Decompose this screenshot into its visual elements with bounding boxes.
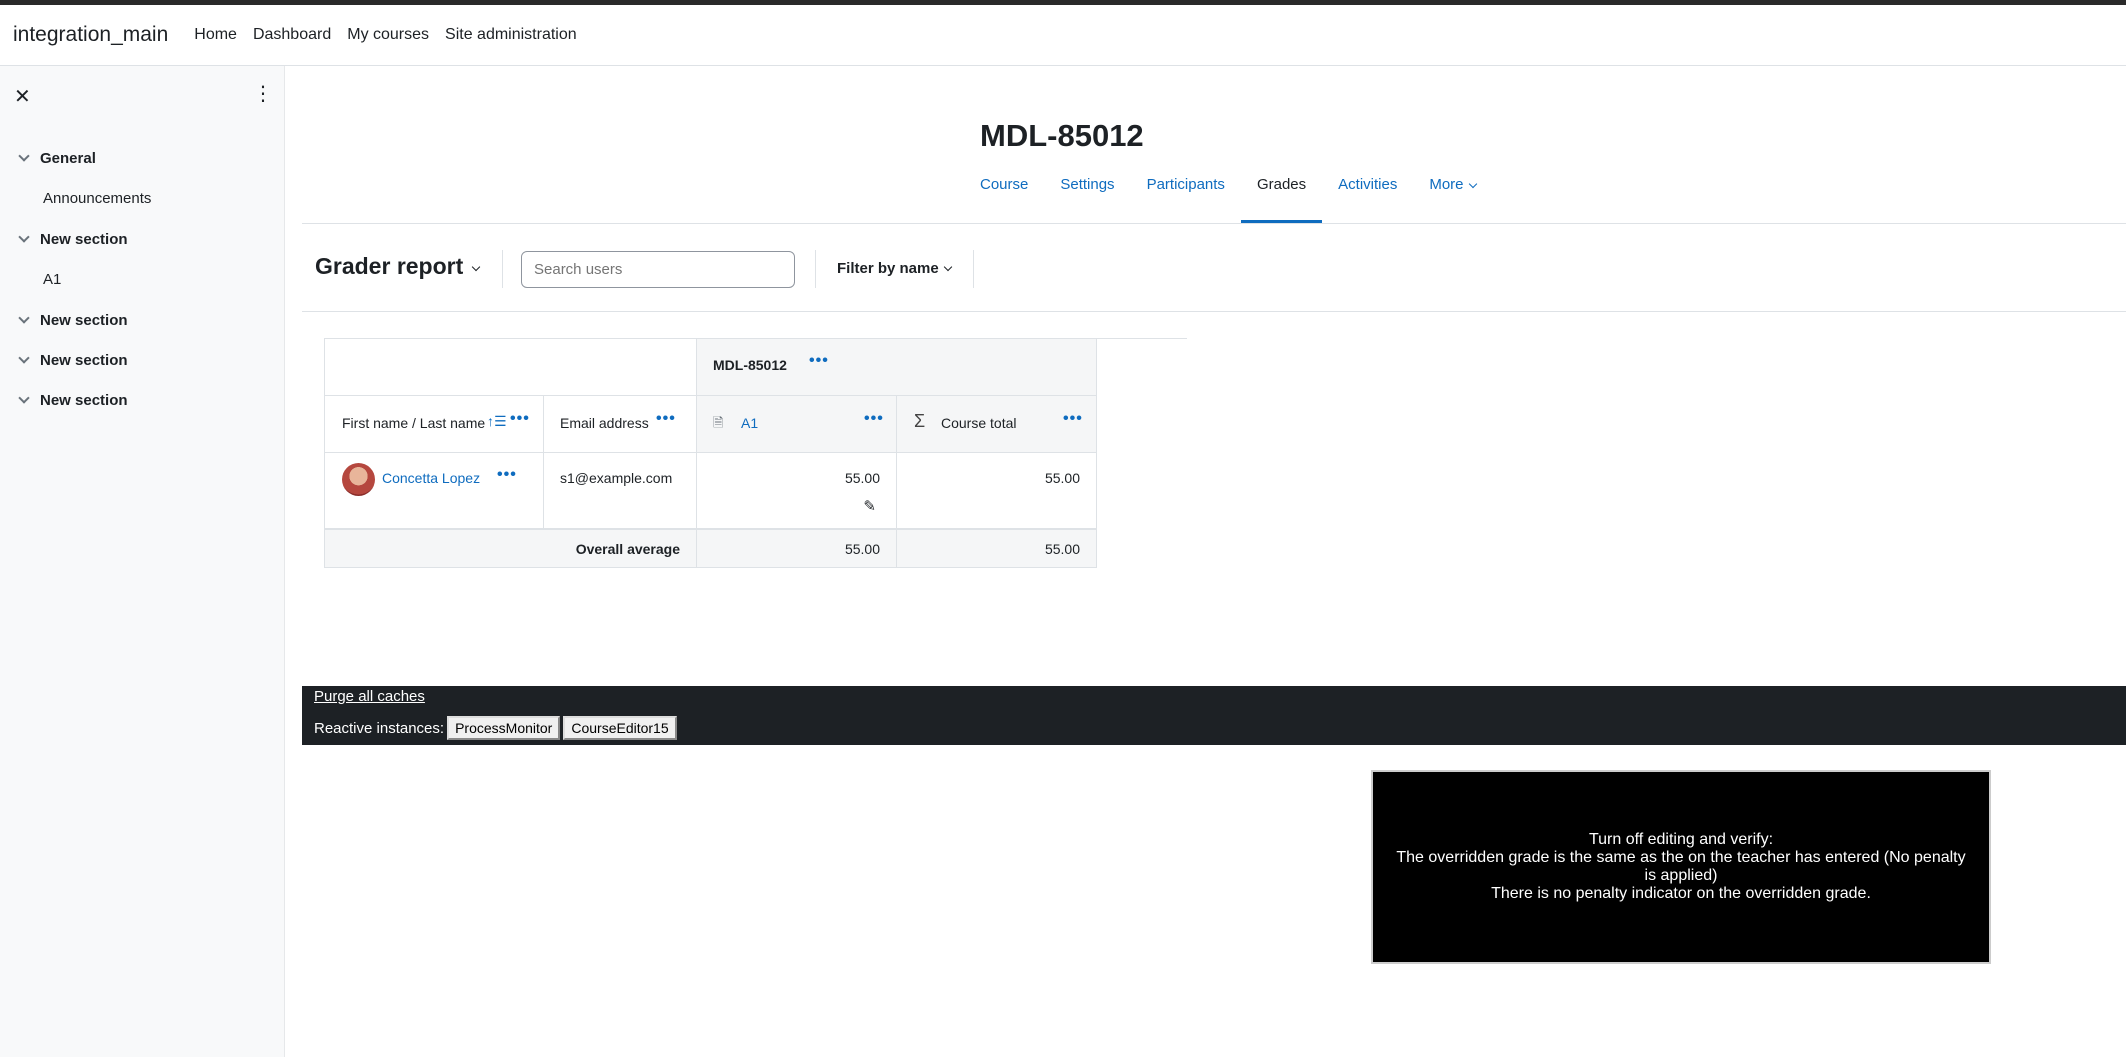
process-monitor-button[interactable]: ProcessMonitor [447, 716, 561, 740]
course-total-column-header: Σ Course total ••• [896, 395, 1097, 453]
chevron-down-icon[interactable] [18, 150, 30, 162]
section-new-2[interactable]: New section [0, 300, 284, 340]
section-title[interactable]: New section [40, 312, 128, 329]
divider [973, 250, 974, 288]
sort-ascending-icon[interactable]: ↑☰ [487, 413, 507, 430]
chevron-down-icon[interactable] [18, 392, 30, 404]
reactive-instances: Reactive instances: ProcessMonitor Cours… [314, 716, 677, 740]
edit-icon[interactable]: ✎ [863, 497, 876, 515]
instruction-line: There is no penalty indicator on the ove… [1491, 885, 1871, 902]
divider [302, 223, 2126, 224]
instruction-overlay: Turn off editing and verify: The overrid… [1371, 770, 1991, 964]
search-users-input[interactable] [521, 251, 795, 288]
section-new-4[interactable]: New section [0, 380, 284, 420]
chevron-down-icon[interactable] [18, 312, 30, 324]
a1-grade-value: 55.00 [844, 470, 880, 486]
nav-dashboard[interactable]: Dashboard [253, 26, 331, 44]
site-brand[interactable]: integration_main [13, 23, 168, 47]
overall-average-label: Overall average [575, 541, 680, 557]
section-new-3[interactable]: New section [0, 340, 284, 380]
nav-home[interactable]: Home [194, 26, 237, 44]
section-title[interactable]: General [40, 150, 96, 167]
name-column-label[interactable]: First name / Last name [342, 415, 485, 431]
kebab-icon[interactable]: ••• [497, 466, 517, 484]
kebab-icon[interactable]: ••• [656, 410, 676, 428]
close-icon[interactable]: ✕ [14, 84, 31, 109]
secondary-navigation: Course Settings Participants Grades Acti… [980, 176, 1508, 224]
instruction-line: The overridden grade is the same as the … [1396, 849, 1966, 884]
chevron-down-icon [472, 262, 481, 271]
chevron-down-icon[interactable] [18, 231, 30, 243]
course-index: General Announcements New section A1 New… [0, 138, 284, 420]
email-cell: s1@example.com [543, 452, 697, 529]
sigma-icon: Σ [914, 411, 926, 431]
section-title[interactable]: New section [40, 352, 128, 369]
section-general[interactable]: General [0, 138, 284, 178]
nav-site-administration[interactable]: Site administration [445, 26, 577, 44]
category-header: MDL-85012 ••• [696, 338, 1097, 396]
a1-column-link[interactable]: A1 [741, 415, 758, 431]
kebab-icon[interactable]: ••• [864, 410, 884, 428]
course-total-average-value: 55.00 [1044, 541, 1080, 557]
page-title: MDL-85012 [980, 118, 1144, 153]
chevron-down-icon [1468, 179, 1477, 189]
divider [815, 250, 816, 288]
kebab-icon[interactable]: ••• [1063, 410, 1083, 428]
tab-activities[interactable]: Activities [1338, 176, 1397, 224]
avatar[interactable] [342, 463, 375, 496]
category-title: MDL-85012 [713, 357, 787, 373]
tab-more-label: More [1429, 176, 1464, 193]
tab-grades[interactable]: Grades [1240, 176, 1323, 224]
email-column-header: Email address ••• [543, 395, 697, 453]
course-total-average-cell: 55.00 [896, 528, 1097, 568]
section-new-1[interactable]: New section [0, 219, 284, 259]
primary-navigation: Home Dashboard My courses Site administr… [186, 26, 584, 44]
chevron-down-icon[interactable] [18, 352, 30, 364]
empty-header-cell [324, 338, 697, 396]
divider [502, 250, 503, 288]
kebab-icon[interactable]: ⋮ [253, 84, 273, 104]
activity-announcements[interactable]: Announcements [0, 178, 284, 219]
tertiary-navigation: Grader report Filter by name [302, 236, 2126, 312]
course-total-cell: 55.00 [896, 452, 1097, 529]
course-total-label: Course total [941, 415, 1017, 431]
filter-by-name-button[interactable]: Filter by name [837, 260, 952, 277]
chevron-down-icon [943, 262, 952, 272]
course-total-value: 55.00 [1044, 470, 1080, 486]
top-navbar: integration_main Home Dashboard My cours… [0, 5, 2126, 66]
kebab-icon[interactable]: ••• [510, 410, 530, 428]
tab-participants[interactable]: Participants [1147, 176, 1225, 224]
course-editor-button[interactable]: CourseEditor15 [563, 716, 677, 740]
table-row: Concetta Lopez ••• [324, 452, 544, 529]
page-footer: Purge all caches Reactive instances: Pro… [302, 686, 2126, 745]
report-selector[interactable]: Grader report [315, 253, 481, 280]
email-column-label: Email address [560, 415, 649, 431]
kebab-icon[interactable]: ••• [809, 352, 829, 370]
a1-column-header: 🗎 A1 ••• [696, 395, 897, 453]
tab-course[interactable]: Course [980, 176, 1028, 224]
section-title[interactable]: New section [40, 231, 128, 248]
purge-caches-link[interactable]: Purge all caches [314, 688, 425, 705]
a1-grade-cell[interactable]: 55.00 ✎ [696, 452, 897, 529]
tab-settings[interactable]: Settings [1060, 176, 1114, 224]
a1-average-value: 55.00 [844, 541, 880, 557]
student-name-link[interactable]: Concetta Lopez [382, 470, 480, 486]
nav-my-courses[interactable]: My courses [347, 26, 429, 44]
a1-average-cell: 55.00 [696, 528, 897, 568]
activity-a1[interactable]: A1 [0, 259, 284, 300]
tab-more[interactable]: More [1429, 176, 1477, 224]
overall-average-row: Overall average [324, 528, 697, 568]
name-column-header: First name / Last name ↑☰ ••• [324, 395, 544, 453]
reactive-instances-label: Reactive instances: [314, 719, 445, 737]
instruction-line: Turn off editing and verify: [1588, 831, 1774, 848]
section-title[interactable]: New section [40, 392, 128, 409]
student-email: s1@example.com [560, 470, 673, 486]
filter-by-name-label: Filter by name [837, 260, 939, 277]
assignment-icon: 🗎 [713, 415, 724, 430]
course-index-drawer: ✕ ⋮ General Announcements New section A1… [0, 66, 285, 1057]
report-selector-label: Grader report [315, 253, 464, 279]
